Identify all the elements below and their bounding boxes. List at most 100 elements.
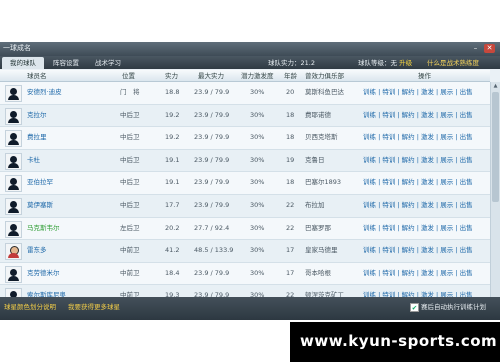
close-button[interactable]: ✕: [484, 44, 495, 53]
tab-lineup[interactable]: 阵容设置: [46, 57, 86, 69]
player-avatar-icon[interactable]: [5, 243, 22, 261]
col-actions: 操作: [418, 72, 431, 80]
player-actions[interactable]: 训练 | 特训 | 解约 | 激发 | 展示 | 出售: [363, 201, 473, 210]
player-former-club: 巴塞罗那: [305, 223, 331, 232]
tactic-proficiency-link[interactable]: 什么是战术熟练度: [427, 57, 479, 69]
player-age: 19: [286, 155, 295, 164]
player-max-strength: 27.7 / 92.4: [194, 223, 230, 232]
auto-train-checkbox[interactable]: ✔: [410, 303, 419, 312]
scroll-thumb[interactable]: [492, 92, 499, 202]
player-name[interactable]: 雷东多: [27, 246, 47, 255]
player-position: 中后卫: [120, 133, 140, 142]
player-max-strength: 23.9 / 79.9: [194, 268, 230, 277]
table-row[interactable]: 卡杜 中后卫 19.1 23.9 / 79.9 30% 19 克鲁日 训练 | 特训 | 解约…: [0, 149, 490, 173]
table-row[interactable]: 克劳德米尔 中前卫 18.4 23.9 / 79.9 30% 17 哥本哈根 训练 | 特训 …: [0, 262, 490, 286]
tab-bar: 我的球队 阵容设置 战术学习 球队实力：21.2 球队等级：无 升级 什么是战术…: [0, 56, 500, 69]
watermark-text: www.kyun-sports.com: [300, 332, 498, 350]
player-position: 中前卫: [120, 268, 140, 277]
player-name[interactable]: 费拉里: [27, 133, 47, 142]
player-activation: 30%: [250, 246, 265, 255]
player-position: 左后卫: [120, 223, 140, 232]
player-avatar-icon[interactable]: [5, 107, 22, 125]
col-strength[interactable]: 实力: [165, 71, 178, 81]
player-activation: 30%: [250, 155, 265, 164]
player-name[interactable]: 亚伯拉罕: [27, 178, 53, 187]
table-row[interactable]: 安德烈·迪皮 门 将 18.8 23.9 / 79.9 30% 20 莫斯科鱼巴达 训练 | …: [0, 82, 490, 105]
table-row[interactable]: 克拉尔 中后卫 19.2 23.9 / 79.9 30% 18 费耶诺德 训练 | 特训 | …: [0, 104, 490, 128]
player-actions[interactable]: 训练 | 特训 | 解约 | 激发 | 展示 | 出售: [363, 88, 473, 97]
player-strength: 18.4: [165, 268, 180, 277]
col-activation[interactable]: 潜力激发度: [241, 71, 274, 81]
scrollbar[interactable]: ▲ ▼: [490, 82, 500, 320]
team-strength: 球队实力：21.2: [268, 59, 315, 67]
player-age: 20: [286, 88, 295, 96]
table-row[interactable]: 雷东多 中前卫 41.2 48.5 / 133.9 30% 17 皇家马德里 训练 | 特训 …: [0, 240, 490, 263]
player-strength: 19.1: [165, 178, 180, 187]
player-avatar-icon[interactable]: [5, 197, 22, 215]
player-position: 中后卫: [120, 178, 140, 187]
player-max-strength: 23.9 / 79.9: [194, 200, 230, 209]
player-activation: 30%: [250, 178, 265, 187]
player-actions[interactable]: 训练 | 特训 | 解约 | 激发 | 展示 | 出售: [363, 269, 473, 278]
title-bar: 一球成名 – ✕: [0, 42, 500, 56]
more-players-link[interactable]: 我要获得更多球星: [68, 303, 120, 312]
player-former-club: 巴塞尔1893: [305, 178, 342, 187]
col-position[interactable]: 位置: [122, 71, 135, 81]
watermark-banner: www.kyun-sports.com: [290, 322, 500, 362]
player-avatar-icon[interactable]: [5, 152, 22, 170]
player-age: 18: [286, 178, 295, 187]
table-row[interactable]: 亚伯拉罕 中后卫 19.1 23.9 / 79.9 30% 18 巴塞尔1893 训练 | 特…: [0, 172, 490, 195]
player-actions[interactable]: 训练 | 特训 | 解约 | 激发 | 展示 | 出售: [363, 178, 473, 187]
player-name[interactable]: 莫伊塞斯: [27, 201, 53, 210]
window-title: 一球成名: [3, 44, 31, 52]
upgrade-link[interactable]: 升级: [399, 59, 412, 67]
auto-train-label: 赛后自动执行训练计划: [421, 303, 486, 311]
player-former-club: 贝西克塔斯: [305, 133, 338, 142]
game-window: 一球成名 – ✕ 我的球队 阵容设置 战术学习 球队实力：21.2 球队等级：无…: [0, 42, 500, 320]
player-age: 17: [286, 268, 295, 277]
player-name[interactable]: 克劳德米尔: [27, 269, 60, 278]
player-avatar-icon[interactable]: [5, 175, 22, 193]
player-actions[interactable]: 训练 | 特训 | 解约 | 激发 | 展示 | 出售: [363, 224, 473, 233]
player-rows: 安德烈·迪皮门 将 18.8 23.9 / 79.9 30% 20 莫斯科鱼巴达 训练 | …: [0, 82, 490, 308]
player-actions[interactable]: 训练 | 特训 | 解约 | 激发 | 展示 | 出售: [363, 111, 473, 120]
player-name[interactable]: 克拉尔: [27, 111, 47, 120]
col-max-strength[interactable]: 最大实力: [198, 71, 224, 81]
player-max-strength: 48.5 / 133.9: [194, 246, 234, 255]
player-name[interactable]: 卡杜: [27, 156, 40, 165]
player-strength: 41.2: [165, 246, 180, 255]
player-position: 门 将: [120, 88, 140, 96]
player-activation: 30%: [250, 110, 265, 119]
table-header: 球员名 位置 实力 最大实力 潜力激发度 年龄 曾效力俱乐部 操作: [0, 70, 490, 82]
table-row[interactable]: 费拉里 中后卫 19.2 23.9 / 79.9 30% 18 贝西克塔斯 训练 | 特训 |…: [0, 127, 490, 150]
player-strength: 19.2: [165, 133, 180, 142]
player-strength: 18.8: [165, 88, 180, 96]
col-club[interactable]: 曾效力俱乐部: [305, 71, 344, 81]
color-legend-link[interactable]: 球星颜色划分说明: [4, 303, 56, 312]
minimize-button[interactable]: –: [470, 44, 481, 53]
player-actions[interactable]: 训练 | 特训 | 解约 | 激发 | 展示 | 出售: [363, 156, 473, 165]
scroll-up-arrow-icon[interactable]: ▲: [492, 82, 499, 90]
player-former-club: 克鲁日: [305, 155, 325, 164]
player-name[interactable]: 安德烈·迪皮: [27, 88, 62, 97]
player-avatar-icon[interactable]: [5, 220, 22, 238]
table-row[interactable]: 马克斯韦尔 左后卫 20.2 27.7 / 92.4 30% 22 巴塞罗那 训练 | 特训 …: [0, 217, 490, 241]
player-former-club: 费耶诺德: [305, 110, 331, 119]
table-row[interactable]: 莫伊塞斯 中后卫 17.7 23.9 / 79.9 30% 22 布拉加 训练 | 特训 | …: [0, 194, 490, 218]
player-avatar-icon[interactable]: [5, 265, 22, 283]
player-age: 18: [286, 133, 295, 142]
col-name[interactable]: 球员名: [27, 71, 47, 81]
player-actions[interactable]: 训练 | 特训 | 解约 | 激发 | 展示 | 出售: [363, 133, 473, 142]
player-age: 17: [286, 246, 295, 255]
player-max-strength: 23.9 / 79.9: [194, 155, 230, 164]
tab-tactics[interactable]: 战术学习: [88, 57, 128, 69]
player-former-club: 皇家马德里: [305, 246, 338, 255]
col-age[interactable]: 年龄: [284, 71, 297, 81]
player-name[interactable]: 马克斯韦尔: [27, 224, 60, 233]
player-actions[interactable]: 训练 | 特训 | 解约 | 激发 | 展示 | 出售: [363, 246, 473, 255]
player-avatar-icon[interactable]: [5, 85, 22, 102]
player-strength: 17.7: [165, 200, 180, 209]
tab-my-team[interactable]: 我的球队: [2, 57, 44, 69]
player-age: 22: [286, 223, 295, 232]
player-avatar-icon[interactable]: [5, 130, 22, 148]
